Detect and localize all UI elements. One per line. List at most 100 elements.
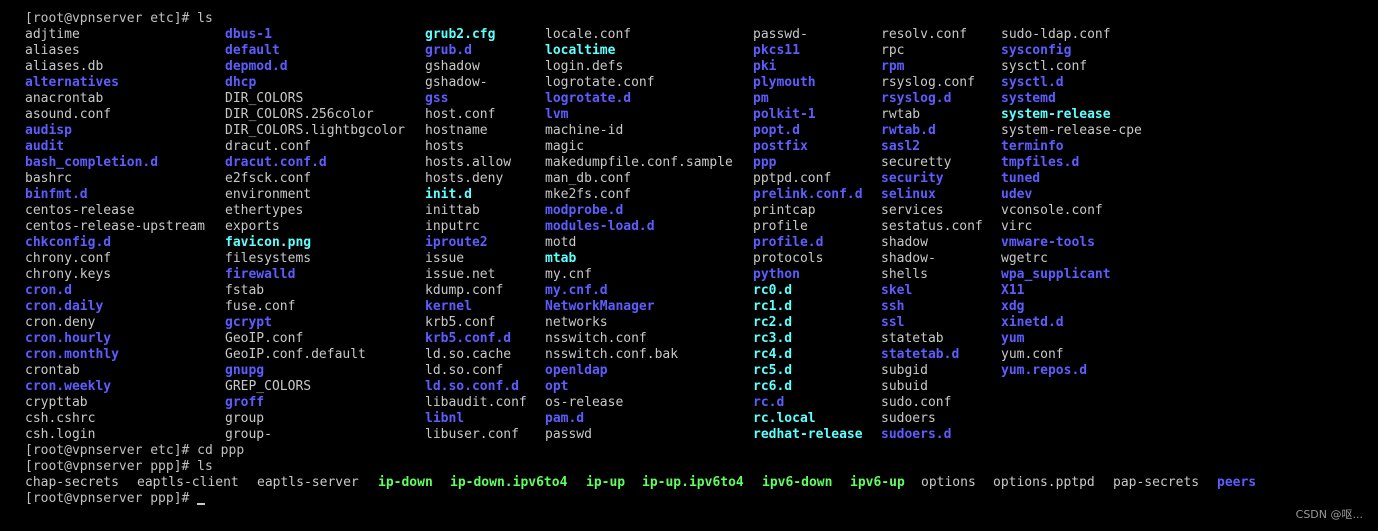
file-entry: nsswitch.conf.bak [545,347,679,362]
file-entry: ld.so.conf.d [425,379,519,394]
file-entry: dbus-1 [225,27,272,42]
file-entry: eaptls-client [137,475,239,490]
file-entry: csh.login [25,427,96,442]
file-entry: anacrontab [25,91,104,106]
file-entry: passwd [545,427,592,442]
file-entry: rc0.d [753,283,793,298]
file-entry: bashrc [25,171,72,186]
file-entry: passwd- [753,27,808,42]
file-entry: favicon.png [225,235,312,250]
file-entry: postfix [753,139,808,154]
file-entry: groff [225,395,265,410]
file-entry: filesystems [225,251,312,266]
file-entry: ssh [881,299,905,314]
file-entry: e2fsck.conf [225,171,312,186]
file-entry: sudoers [881,411,936,426]
file-entry: subgid [881,363,928,378]
file-entry: shadow- [881,251,936,266]
file-entry: chkconfig.d [25,235,112,250]
file-entry: rc.d [753,395,785,410]
file-entry: audit [25,139,65,154]
file-entry: exports [225,219,280,234]
file-entry: gshadow [425,59,480,74]
file-entry: gcrypt [225,315,272,330]
file-entry: ip-down [378,475,433,490]
file-entry: depmod.d [225,59,288,74]
terminal[interactable]: [root@vpnserver etc]# ls adjtime aliases a… [25,11,1365,507]
etc-listing: adjtime aliases aliases.db alternatives anac… [25,27,1365,443]
file-entry: grub.d [425,43,472,58]
file-entry: cron.weekly [25,379,112,394]
file-entry: sudo.conf [881,395,952,410]
file-entry: resolv.conf [881,27,968,42]
file-entry: iproute2 [425,235,488,250]
file-entry: rpm [881,59,905,74]
etc-column: locale.conf localtime login.defs logrotate.… [545,27,733,443]
file-entry: printcap [753,203,816,218]
file-entry: pm [753,91,769,106]
file-entry: logrotate.conf [545,75,655,90]
file-entry: ip-up.ipv6to4 [642,475,744,490]
file-entry: terminfo [1001,139,1064,154]
prompt-active[interactable]: [root@vpnserver ppp]# [25,491,1365,507]
file-entry: rc2.d [753,315,793,330]
file-entry: vmware-tools [1001,235,1095,250]
file-entry: libnl [425,411,465,426]
file-entry: cron.deny [25,315,96,330]
file-entry: krb5.conf [425,315,496,330]
file-entry: chrony.conf [25,251,112,266]
file-entry: protocols [753,251,824,266]
file-entry: sasl2 [881,139,921,154]
watermark: CSDN @呕... [1295,508,1363,521]
etc-column: dbus-1 default depmod.d dhcp DIR_COLORS DIR_C… [225,27,405,443]
file-entry: pap-secrets [1113,475,1200,490]
file-entry: pki [753,59,777,74]
file-entry: profile [753,219,808,234]
text-cursor [197,503,206,505]
file-entry: system-release-cpe [1001,123,1142,138]
prompt-ls-etc: [root@vpnserver etc]# ls [25,11,213,26]
file-entry: ipv6-up [850,475,905,490]
file-entry: ld.so.conf [425,363,504,378]
file-entry: pkcs11 [753,43,800,58]
file-entry: modprobe.d [545,203,624,218]
etc-column: adjtime aliases aliases.db alternatives anac… [25,27,205,443]
file-entry: options.pptpd [993,475,1095,490]
file-entry: subuid [881,379,928,394]
file-entry: wpa_supplicant [1001,267,1111,282]
file-entry: chap-secrets [25,475,119,490]
file-entry: motd [545,235,577,250]
file-entry: hosts.allow [425,155,512,170]
file-entry: ipv6-down [762,475,833,490]
file-entry: securetty [881,155,952,170]
file-entry: machine-id [545,123,624,138]
file-entry: prelink.conf.d [753,187,863,202]
file-entry: rc3.d [753,331,793,346]
file-entry: yum [1001,331,1025,346]
file-entry: krb5.conf.d [425,331,512,346]
file-entry: rc1.d [753,299,793,314]
file-entry: rsyslog.d [881,91,952,106]
ppp-listing: chap-secrets eaptls-client eaptls-server ip… [25,475,1365,491]
file-entry: lvm [545,107,569,122]
etc-column: passwd-pkcs11 pki plymouth pm polkit-1 popt.d… [753,27,863,443]
file-entry: dhcp [225,75,257,90]
file-entry: default [225,43,280,58]
file-entry: rc6.d [753,379,793,394]
file-entry: ip-down.ipv6to4 [450,475,568,490]
file-entry: shadow [881,235,928,250]
file-entry: xinetd.d [1001,315,1064,330]
file-entry: gnupg [225,363,265,378]
prompt-text: [root@vpnserver ppp]# [25,491,198,506]
file-entry: security [881,171,944,186]
file-entry: localtime [545,43,616,58]
file-entry: selinux [881,187,936,202]
etc-column: grub2.cfg grub.d gshadow gshadow-gss host.co… [425,27,527,443]
file-entry: crontab [25,363,80,378]
file-entry: dracut.conf.d [225,155,327,170]
file-entry: profile.d [753,235,824,250]
file-entry: gshadow- [425,75,488,90]
file-entry: ip-up [586,475,626,490]
file-entry: systemd [1001,91,1056,106]
file-entry: host.conf [425,107,496,122]
